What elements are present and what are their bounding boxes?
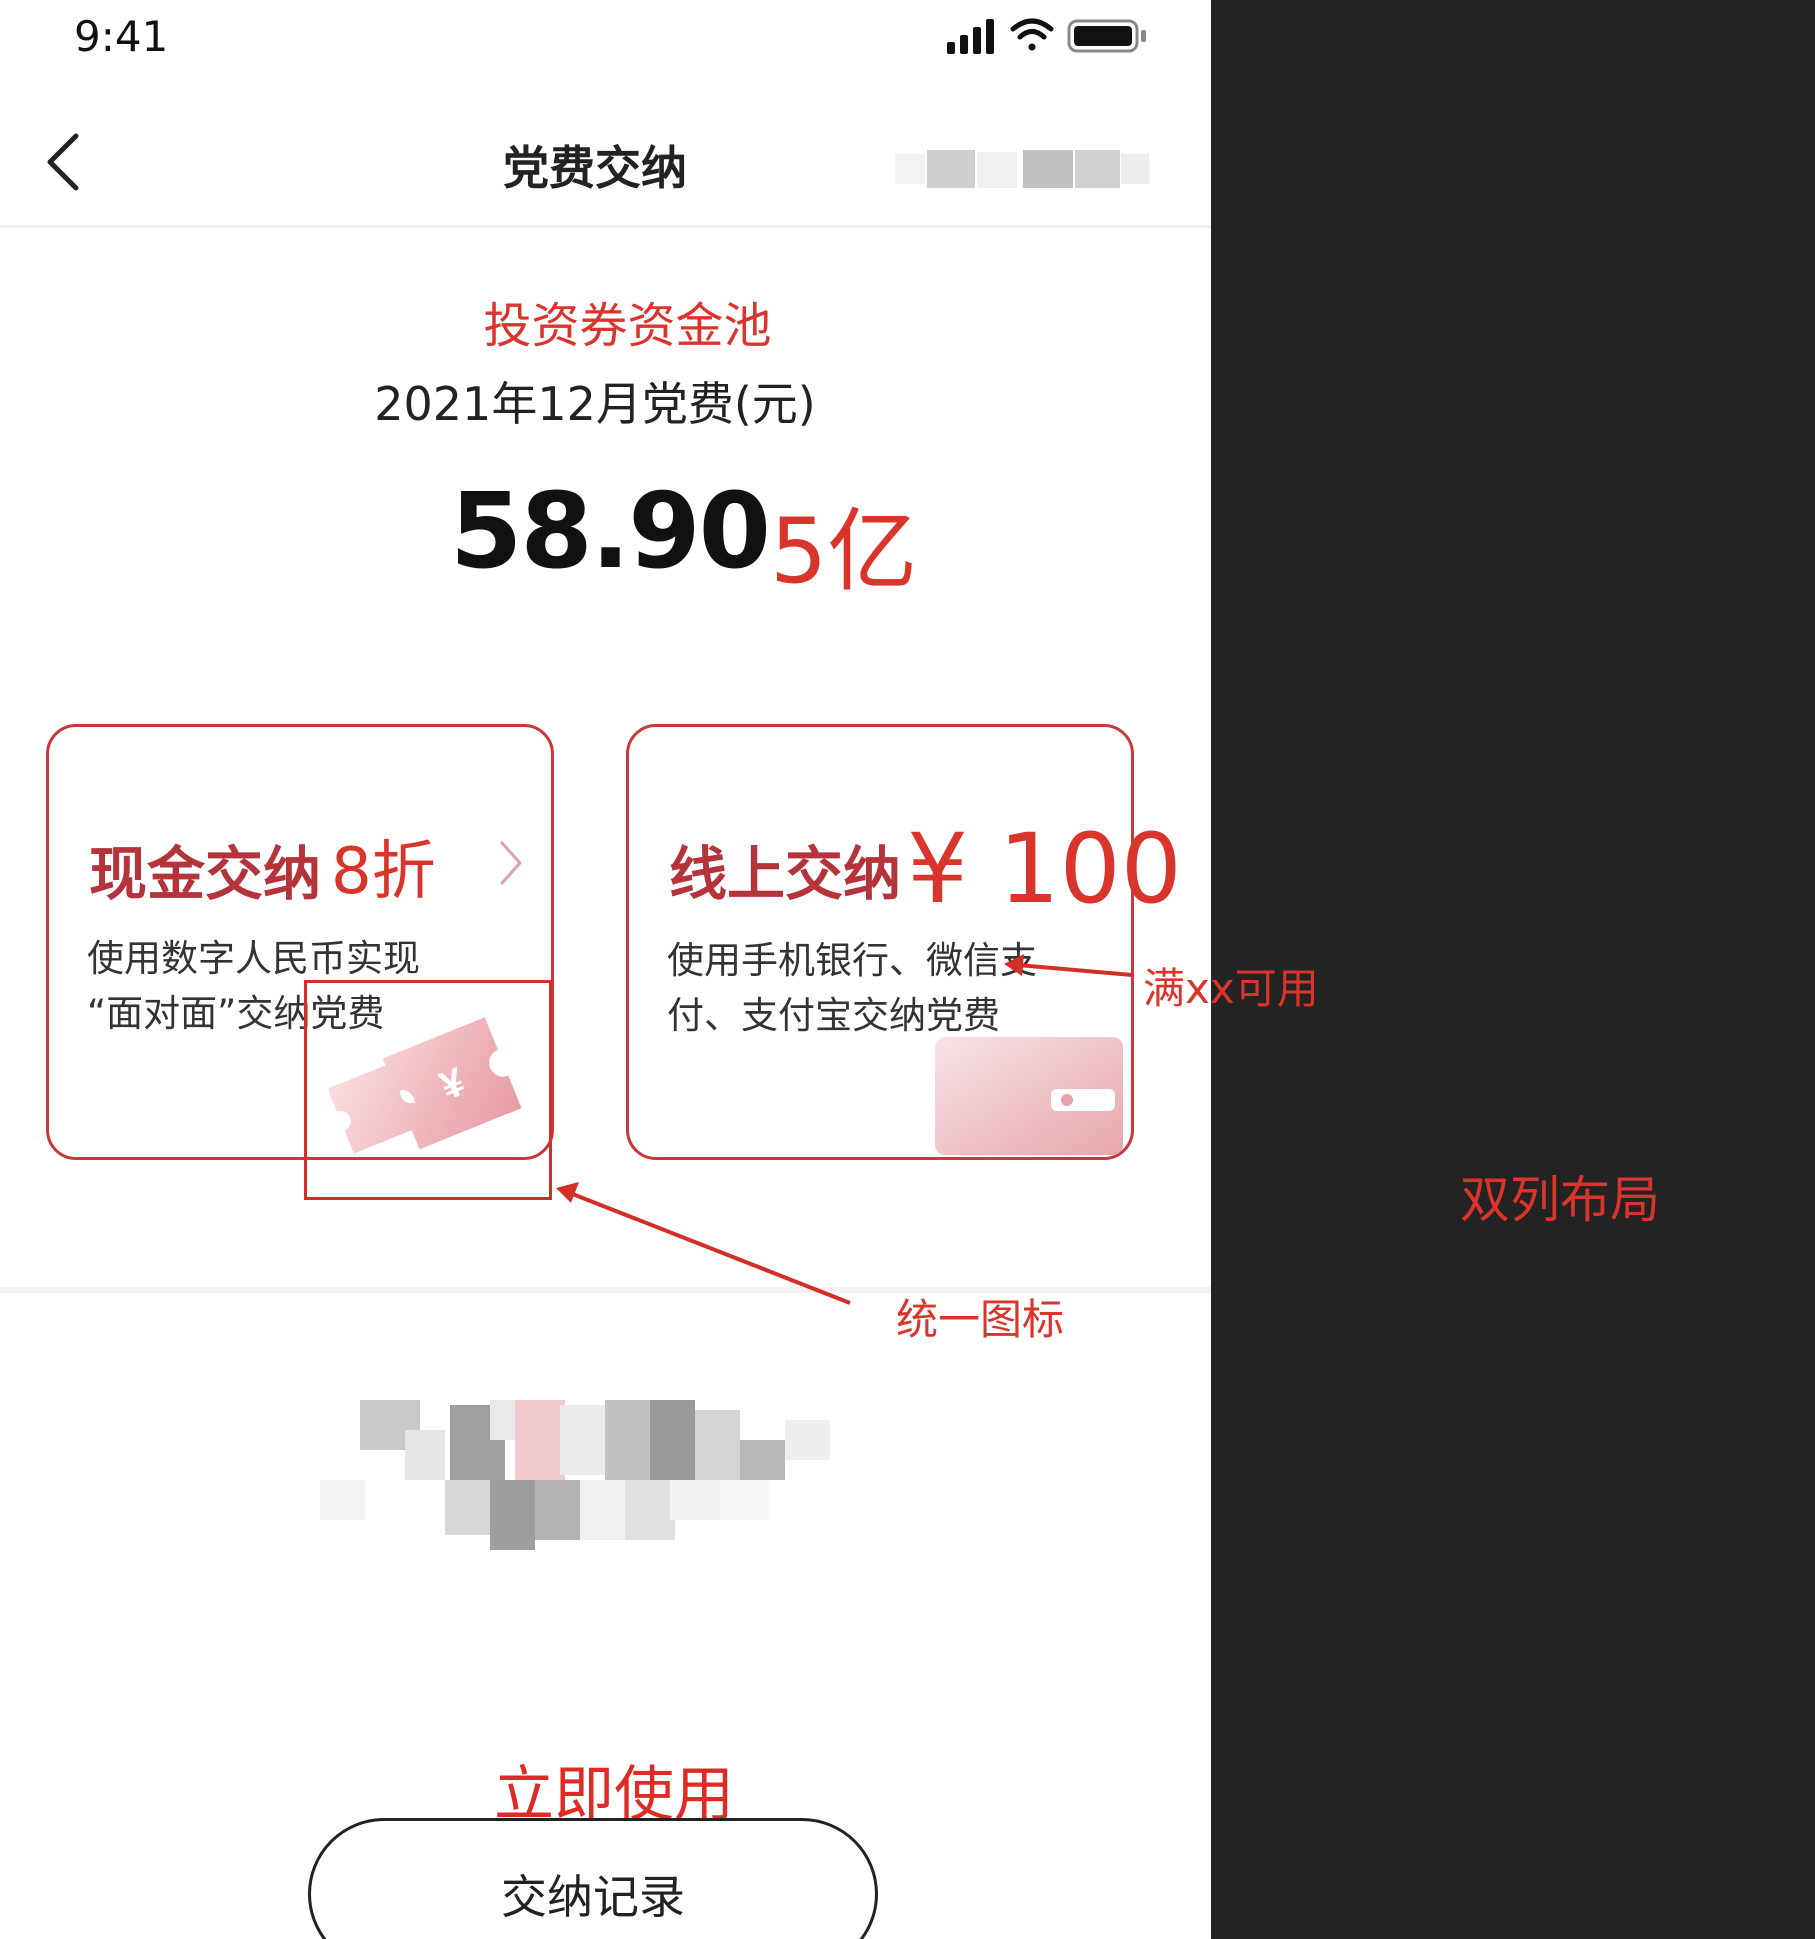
arrow-to-threshold xyxy=(1004,954,1133,977)
annotation-threshold: 满xx可用 xyxy=(1143,964,1319,1013)
annotation-unify-icon: 统一图标 xyxy=(896,1295,1065,1344)
annotation-arrows xyxy=(556,954,1133,1305)
annotation-layout: 双列布局 xyxy=(1460,1171,1660,1229)
arrow-to-icon-box xyxy=(556,1182,851,1305)
